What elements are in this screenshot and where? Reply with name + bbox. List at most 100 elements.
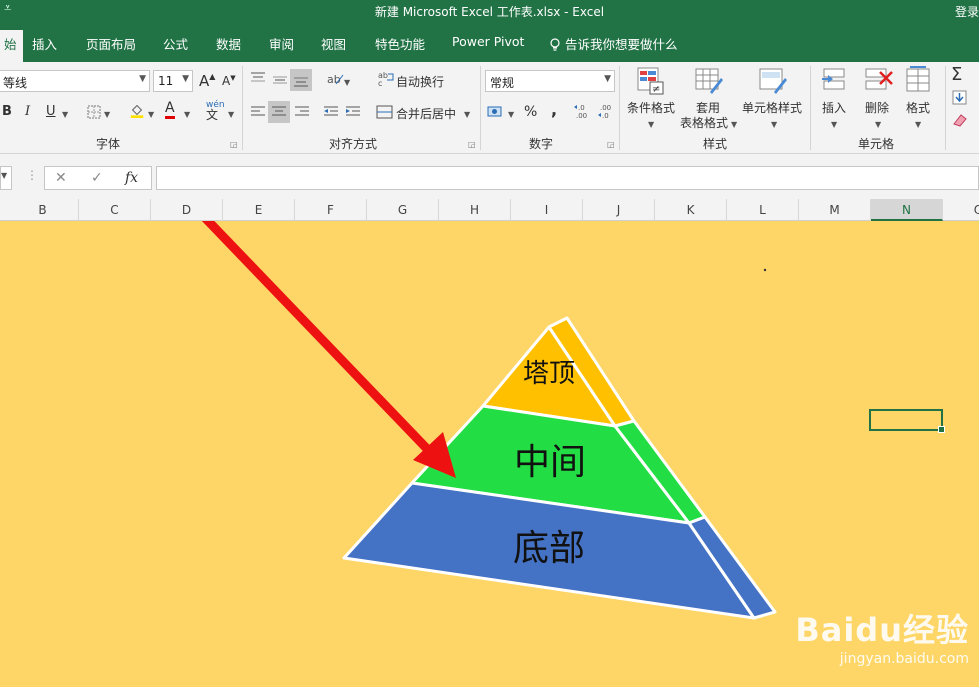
comma-button[interactable]: ,: [551, 100, 557, 119]
tell-me-search[interactable]: 告诉我你想要做什么: [549, 34, 678, 53]
format-as-table-icon[interactable]: [694, 66, 724, 96]
format-as-table-button[interactable]: 表格格式: [680, 114, 728, 131]
clear-eraser-icon[interactable]: [951, 112, 969, 128]
column-header-h[interactable]: H: [439, 199, 511, 221]
border-icon[interactable]: [86, 104, 104, 120]
column-header-m[interactable]: M: [799, 199, 871, 221]
tab-power-pivot[interactable]: Power Pivot: [452, 34, 524, 49]
wrap-text-button[interactable]: 自动换行: [396, 73, 444, 90]
chevron-down-icon[interactable]: ▼: [104, 106, 110, 120]
fill-down-icon[interactable]: [951, 90, 969, 106]
column-header-g[interactable]: G: [367, 199, 439, 221]
conditional-formatting-button[interactable]: 条件格式: [627, 99, 675, 116]
dialog-launcher-icon[interactable]: ◲: [230, 140, 238, 149]
chevron-down-icon[interactable]: ▼: [148, 106, 154, 120]
increase-indent-icon[interactable]: [344, 104, 362, 120]
column-header-j[interactable]: J: [583, 199, 655, 221]
align-left-icon[interactable]: [249, 104, 267, 120]
phonetic-button[interactable]: wén 文: [206, 100, 225, 122]
cell-styles-button[interactable]: 单元格样式: [742, 99, 802, 116]
column-header-c[interactable]: C: [79, 199, 151, 221]
tab-formulas[interactable]: 公式: [163, 34, 188, 53]
cancel-edit-icon[interactable]: ✕: [55, 170, 67, 186]
autosum-button[interactable]: Σ: [951, 64, 962, 85]
column-header-o[interactable]: O: [943, 199, 979, 221]
column-header-i[interactable]: I: [511, 199, 583, 221]
grow-font-button[interactable]: A▲: [199, 72, 215, 90]
chevron-down-icon[interactable]: ▼: [228, 106, 234, 120]
name-box-dropdown-icon[interactable]: ▼: [1, 171, 7, 180]
percent-button[interactable]: %: [524, 104, 537, 120]
bold-button[interactable]: B: [2, 104, 12, 119]
font-size-select[interactable]: 11 ▼: [153, 70, 193, 92]
font-color-button[interactable]: A: [165, 101, 175, 119]
chevron-down-icon[interactable]: ▼: [831, 116, 837, 130]
align-right-icon[interactable]: [293, 104, 311, 120]
grow-font-glyph: A: [199, 72, 210, 90]
tab-page-layout[interactable]: 页面布局: [86, 34, 136, 53]
tab-insert[interactable]: 插入: [32, 34, 57, 53]
group-divider: [619, 66, 620, 150]
column-header-k[interactable]: K: [655, 199, 727, 221]
column-header-e[interactable]: E: [223, 199, 295, 221]
align-bottom-button[interactable]: [290, 69, 312, 91]
chevron-down-icon[interactable]: ▼: [915, 116, 921, 130]
delete-cells-button[interactable]: 删除: [865, 99, 889, 116]
selected-cell[interactable]: [869, 409, 945, 433]
dialog-launcher-icon[interactable]: ◲: [468, 140, 476, 149]
chevron-down-icon[interactable]: ▼: [875, 116, 881, 130]
align-top-icon[interactable]: [249, 70, 267, 86]
insert-cells-button[interactable]: 插入: [822, 99, 846, 116]
increase-decimal-icon[interactable]: .0.00: [574, 103, 594, 119]
cell-styles-icon[interactable]: [758, 66, 788, 96]
chevron-down-icon[interactable]: ▼: [344, 74, 350, 88]
column-header-b[interactable]: B: [7, 199, 79, 221]
worksheet-area[interactable]: 塔顶 中间 底部 Baidu经验 jingyan.baidu.com: [0, 221, 979, 687]
insert-cells-icon[interactable]: [820, 66, 850, 96]
chevron-down-icon[interactable]: ▼: [464, 106, 470, 120]
chevron-down-icon[interactable]: ▼: [771, 116, 777, 130]
format-cells-button[interactable]: 格式: [906, 99, 930, 116]
italic-button[interactable]: I: [25, 104, 30, 119]
format-cells-icon[interactable]: [904, 66, 934, 96]
align-middle-icon[interactable]: [271, 72, 289, 88]
column-header-f[interactable]: F: [295, 199, 367, 221]
tab-special-features[interactable]: 特色功能: [375, 34, 425, 53]
conditional-formatting-icon[interactable]: ≠: [636, 66, 666, 96]
text-orientation-icon[interactable]: ab: [326, 70, 344, 86]
merge-center-icon[interactable]: [376, 104, 394, 120]
merge-center-button[interactable]: 合并后居中: [396, 105, 456, 122]
delete-cells-icon[interactable]: [864, 66, 894, 96]
confirm-edit-icon[interactable]: ✓: [91, 170, 103, 186]
tab-review[interactable]: 审阅: [269, 34, 294, 53]
decrease-decimal-icon[interactable]: .00.0: [598, 103, 618, 119]
chevron-down-icon[interactable]: ▼: [508, 106, 514, 120]
formula-bar: ▼ ⋮ ✕ ✓ fx: [0, 154, 979, 199]
styles-group-label: 样式: [703, 137, 728, 151]
column-header-l[interactable]: L: [727, 199, 799, 221]
column-header-d[interactable]: D: [151, 199, 223, 221]
chevron-down-icon[interactable]: ▼: [731, 116, 737, 130]
tab-home[interactable]: 始: [0, 30, 23, 62]
fill-color-icon[interactable]: [128, 102, 146, 118]
align-center-button[interactable]: [268, 101, 290, 123]
chevron-down-icon[interactable]: ▼: [648, 116, 654, 130]
tab-data[interactable]: 数据: [216, 34, 241, 53]
accounting-format-icon[interactable]: [487, 104, 505, 120]
decrease-indent-icon[interactable]: [322, 104, 340, 120]
chevron-down-icon[interactable]: ▼: [184, 106, 190, 120]
column-header-n[interactable]: N: [871, 199, 943, 221]
chevron-down-icon[interactable]: ▼: [62, 106, 68, 120]
insert-function-icon[interactable]: fx: [125, 170, 138, 186]
font-name-select[interactable]: 等线 ▼: [0, 70, 150, 92]
number-group-label: 数字: [529, 137, 554, 151]
dialog-launcher-icon[interactable]: ◲: [607, 140, 615, 149]
login-button[interactable]: 登录: [955, 3, 979, 20]
svg-text:≠: ≠: [652, 84, 660, 95]
shrink-font-button[interactable]: A▼: [222, 74, 236, 88]
number-format-select[interactable]: 常规 ▼: [485, 70, 615, 92]
wrap-text-icon[interactable]: abc: [378, 70, 396, 86]
underline-button[interactable]: U: [46, 104, 56, 119]
tab-view[interactable]: 视图: [321, 34, 346, 53]
formula-input[interactable]: [156, 166, 979, 190]
